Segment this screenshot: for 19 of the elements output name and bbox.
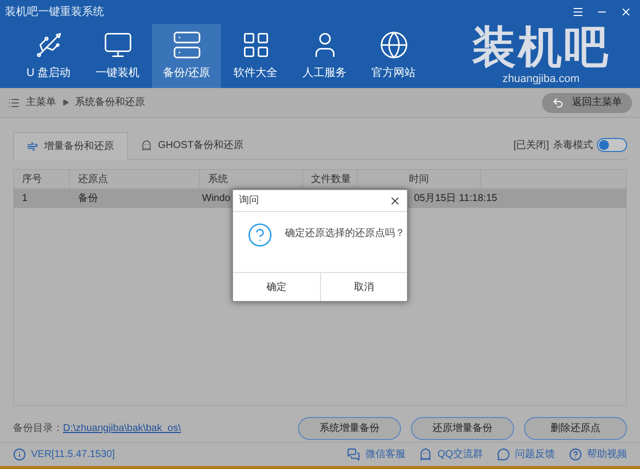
table-cell-text: 1 bbox=[22, 192, 28, 206]
column-header: 还原点 bbox=[78, 172, 108, 186]
backup-dir-label: 备份目录： bbox=[13, 422, 63, 436]
dialog-message: 确定还原选择的还原点吗？ bbox=[285, 226, 405, 241]
column-header: 文件数量 bbox=[311, 172, 351, 186]
logo-text: 装机吧 bbox=[472, 24, 610, 71]
version-text: VER[11.5.47.1530] bbox=[31, 448, 115, 462]
table-cell-text: 备份 bbox=[78, 192, 98, 206]
logo-url: zhuangjiba.com bbox=[502, 72, 580, 87]
column-header: 序号 bbox=[22, 172, 42, 186]
window-title: 装机吧一键重装系统 bbox=[5, 4, 104, 20]
toggle-label: 杀毒模式 bbox=[553, 138, 593, 152]
table-cell-text: Windo bbox=[202, 192, 230, 206]
column-header: 时间 bbox=[409, 172, 429, 186]
status-label: [已关闭] bbox=[513, 138, 549, 152]
breadcrumb-item: 系统备份和还原 bbox=[75, 96, 145, 110]
dialog-title: 询问 bbox=[239, 194, 259, 208]
column-header: 系统 bbox=[208, 172, 228, 186]
table-cell-text: 05月15日 11:18:15 bbox=[414, 192, 498, 206]
